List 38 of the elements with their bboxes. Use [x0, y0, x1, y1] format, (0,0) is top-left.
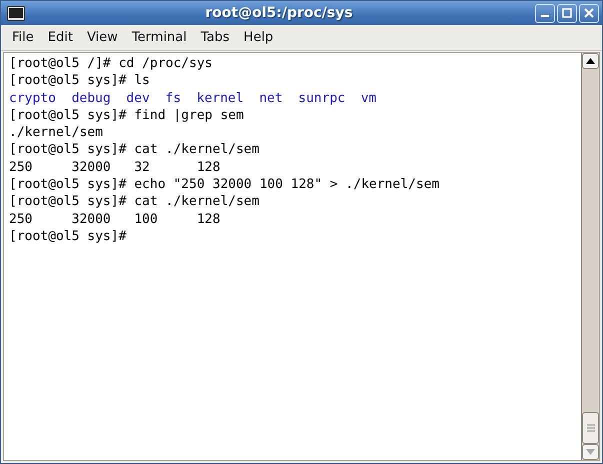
- directory-name: sunrpc: [298, 90, 346, 106]
- terminal-line: [root@ol5 sys]#: [9, 228, 128, 246]
- close-button[interactable]: [579, 4, 599, 22]
- directory-name: net: [259, 90, 283, 106]
- menu-item[interactable]: View: [80, 28, 125, 47]
- terminal-line: [root@ol5 sys]# find |grep sem: [9, 106, 245, 124]
- minimize-button[interactable]: [535, 4, 555, 22]
- terminal-line: [root@ol5 sys]# cat ./kernel/sem: [9, 193, 260, 211]
- terminal-icon: [7, 6, 25, 20]
- scroll-down-button[interactable]: [582, 444, 599, 460]
- directory-name: debug: [72, 90, 111, 106]
- down-arrow-icon: [586, 449, 595, 455]
- directory-name: dev: [126, 90, 150, 106]
- menu-item[interactable]: Help: [236, 28, 280, 47]
- scroll-up-button[interactable]: [582, 53, 599, 69]
- scroll-thumb[interactable]: [582, 412, 599, 444]
- window-title: root@ol5:/proc/sys: [204, 5, 354, 21]
- terminal-line: ./kernel/sem: [9, 124, 104, 142]
- terminal-line: [root@ol5 sys]# echo "250 32000 100 128" > ./kernel/sem: [9, 176, 440, 194]
- menu-item[interactable]: Terminal: [124, 28, 194, 47]
- maximize-button[interactable]: [557, 4, 577, 22]
- menu-item[interactable]: File: [5, 28, 41, 47]
- terminal-line: [root@ol5 /]# cd /proc/sys: [9, 55, 214, 72]
- close-icon: [584, 8, 594, 18]
- up-arrow-icon: [586, 58, 595, 64]
- terminal-line: 250 32000 32 128: [9, 158, 222, 176]
- directory-name: crypto: [9, 90, 56, 106]
- minimize-icon: [541, 15, 549, 17]
- terminal-line: 250 32000 100 128: [9, 210, 222, 228]
- terminal-line: [root@ol5 sys]# cat ./kernel/sem: [9, 141, 260, 159]
- menu-item[interactable]: Tabs: [194, 28, 237, 47]
- directory-name: fs: [165, 90, 182, 106]
- menu-item[interactable]: Edit: [40, 28, 80, 47]
- directory-name: vm: [360, 90, 376, 106]
- maximize-icon: [562, 8, 572, 18]
- grip-icon: [586, 424, 594, 432]
- terminal-line: [root@ol5 sys]# ls: [9, 72, 151, 90]
- directory-name: kernel: [196, 90, 244, 106]
